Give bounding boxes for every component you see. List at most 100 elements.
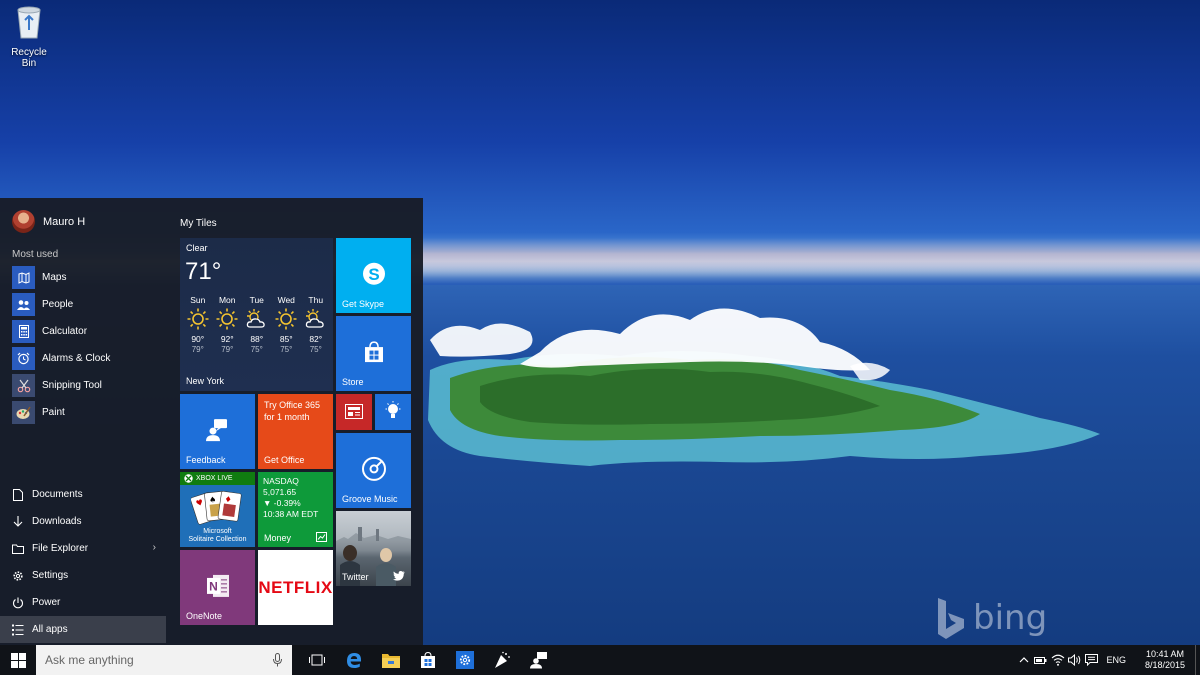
tile-netflix[interactable]: NETFLIX (258, 550, 333, 625)
cortana-search-input[interactable]: Ask me anything (36, 645, 292, 675)
weather-temperature: 71° (185, 258, 222, 285)
task-view-button[interactable] (298, 645, 335, 675)
forecast-day: Tue 88° 75° (242, 295, 272, 354)
clock-date: 8/18/2015 (1144, 660, 1186, 670)
stock-time: 10:38 AM EDT (263, 509, 319, 519)
forecast-day: Sun 90° 79° (183, 295, 213, 354)
show-desktop-button[interactable] (1195, 645, 1200, 675)
start-button[interactable] (0, 645, 36, 675)
recycle-bin-shortcut[interactable]: Recycle Bin (4, 4, 54, 69)
tile-feedback[interactable]: Feedback (180, 394, 255, 469)
app-item-label: Snipping Tool (42, 380, 102, 391)
netflix-logo: NETFLIX (258, 578, 333, 597)
tile-onenote[interactable]: N OneNote (180, 550, 255, 625)
action-center-button[interactable] (1083, 645, 1100, 675)
tiles-group-title[interactable]: My Tiles (180, 218, 217, 229)
all-apps-button[interactable]: All apps (0, 616, 166, 643)
tile-news[interactable] (336, 394, 372, 430)
app-item-calculator[interactable]: Calculator (12, 318, 110, 345)
weather-forecast: Sun 90° 79° Mon 92° 79° Tue 88° 75° Wed … (183, 295, 331, 354)
xbox-icon (184, 474, 193, 483)
device-tray-button[interactable] (1032, 645, 1049, 675)
tile-money[interactable]: NASDAQ 5,071.65 ▼ -0.39% 10:38 AM EDT Mo… (258, 472, 333, 547)
windows-logo-icon (10, 652, 26, 668)
chevron-up-icon (1019, 657, 1029, 663)
office-promo-line1: Try Office 365 (264, 400, 321, 410)
file-explorer-button[interactable] (372, 645, 409, 675)
app-item-label: People (42, 299, 74, 310)
place-documents[interactable]: Documents (0, 481, 166, 508)
tips-button[interactable] (483, 645, 520, 675)
place-file-explorer[interactable]: File Explorer › (0, 535, 166, 562)
network-button[interactable] (1049, 645, 1066, 675)
alarm-clock-icon (12, 347, 35, 370)
solitaire-line2: Solitaire Collection (188, 536, 247, 543)
search-placeholder: Ask me anything (45, 653, 134, 667)
calculator-icon (12, 320, 35, 343)
edge-button[interactable] (335, 645, 372, 675)
volume-button[interactable] (1066, 645, 1083, 675)
wifi-icon (1051, 654, 1065, 666)
app-item-label: Calculator (42, 326, 88, 337)
people-icon (12, 293, 35, 316)
partly-cloudy-icon (301, 307, 331, 331)
forecast-low: 79° (221, 345, 234, 354)
forecast-day-name: Thu (308, 295, 324, 305)
tile-twitter[interactable]: Twitter (336, 511, 411, 586)
forecast-day-name: Mon (218, 295, 236, 305)
start-left-column: Mauro H Most used Maps People Calculator (0, 198, 170, 645)
forecast-high: 90° (191, 334, 205, 344)
user-account[interactable]: Mauro H (12, 210, 85, 233)
tile-store[interactable]: Store (336, 316, 411, 391)
app-item-maps[interactable]: Maps (12, 264, 110, 291)
svg-text:S: S (368, 264, 379, 283)
app-item-label: Maps (42, 272, 67, 283)
tile-weather[interactable]: Clear 71° Sun 90° 79° Mon 92° 79° Tue 88… (180, 238, 333, 391)
place-downloads[interactable]: Downloads (0, 508, 166, 535)
tile-label: Get Skype (342, 299, 385, 309)
app-item-people[interactable]: People (12, 291, 110, 318)
avatar (12, 210, 35, 233)
folder-icon (12, 542, 24, 556)
forecast-day-name: Tue (249, 295, 264, 305)
maps-icon (12, 266, 35, 289)
settings-button[interactable] (446, 645, 483, 675)
tile-get-skype[interactable]: S Get Skype (336, 238, 411, 313)
forecast-low: 79° (191, 345, 204, 354)
app-item-alarms[interactable]: Alarms & Clock (12, 345, 110, 372)
user-name: Mauro H (43, 215, 86, 228)
places-list: Documents Downloads File Explorer › Sett… (0, 481, 166, 643)
tile-groove-music[interactable]: Groove Music (336, 433, 411, 508)
solitaire-line1: Microsoft (203, 528, 232, 535)
clock[interactable]: 10:41 AM 8/18/2015 (1135, 649, 1195, 671)
stock-index: NASDAQ (263, 476, 299, 486)
forecast-day-name: Sun (190, 295, 206, 305)
app-item-snipping-tool[interactable]: Snipping Tool (12, 372, 110, 399)
place-label: File Explorer (32, 543, 89, 554)
place-settings[interactable]: Settings (0, 562, 166, 589)
bing-wordmark: bing (973, 598, 1048, 638)
tile-get-office[interactable]: Try Office 365 for 1 month Get Office (258, 394, 333, 469)
forecast-high: 85° (279, 334, 293, 344)
show-hidden-icons-button[interactable] (1015, 645, 1032, 675)
language-indicator[interactable]: ENG (1106, 655, 1126, 665)
palette-icon (12, 401, 35, 424)
place-label: All apps (32, 624, 68, 635)
most-used-list: Maps People Calculator Alarms & Clock Sn… (12, 264, 110, 426)
bing-watermark: bing (935, 596, 1047, 640)
app-item-paint[interactable]: Paint (12, 399, 110, 426)
skype-icon: S (362, 262, 385, 285)
chevron-right-icon[interactable]: › (153, 542, 156, 553)
place-label: Downloads (32, 516, 82, 527)
place-power[interactable]: Power (0, 589, 166, 616)
svg-text:♦: ♦ (224, 495, 232, 505)
speaker-icon (1068, 654, 1081, 666)
microphone-icon[interactable] (273, 653, 282, 667)
store-button[interactable] (409, 645, 446, 675)
partly-cloudy-icon (242, 307, 272, 331)
tile-tips[interactable] (375, 394, 411, 430)
feedback-button[interactable] (520, 645, 557, 675)
tile-solitaire[interactable]: XBOX LIVE ♥ ♠ ♦ Microsoft Solitaire Coll… (180, 472, 255, 547)
svg-text:♠: ♠ (209, 495, 217, 505)
message-icon (1085, 654, 1099, 666)
